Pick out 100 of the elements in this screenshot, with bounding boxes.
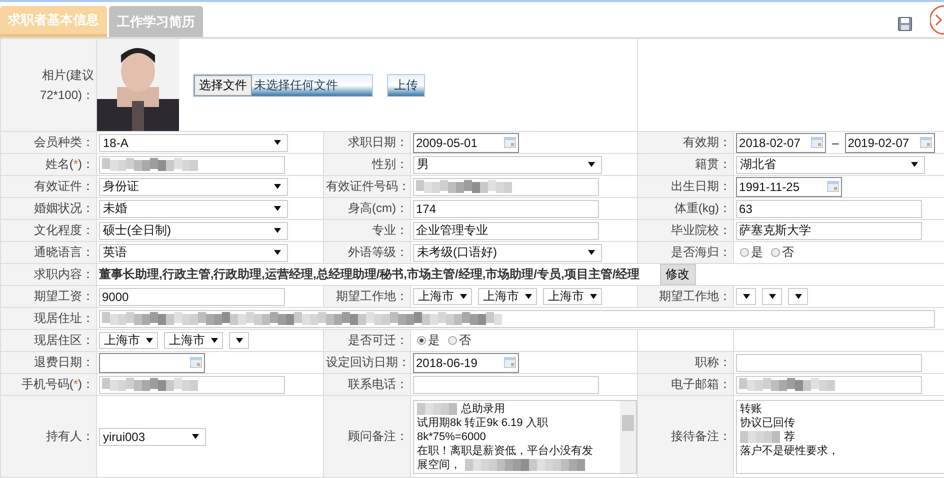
caret-icon <box>768 294 776 299</box>
notes-field[interactable]: 转账 协议已回传 荐 落户不是硬性要求， <box>736 400 944 474</box>
field-label: 有效证件号码： <box>326 179 410 193</box>
date-field[interactable]: 1991-11-25 <box>736 176 842 196</box>
date-field[interactable]: 2019-02-07 <box>844 132 935 152</box>
note-line: 试用期8k 转正9k 6.19 入职 <box>417 416 548 430</box>
note-line: 展空间， <box>417 458 461 472</box>
calendar-icon[interactable] <box>504 137 516 148</box>
field-label: 体重(kg)： <box>674 201 732 215</box>
caret-icon <box>274 184 281 189</box>
upload-button[interactable]: 上传 <box>387 74 425 96</box>
redacted-text-drawing <box>417 402 457 414</box>
dropdown[interactable]: 未婚 <box>99 200 288 218</box>
close-icon[interactable] <box>930 5 944 35</box>
dropdown[interactable]: 上海市 <box>99 332 158 349</box>
caret-icon <box>274 140 281 145</box>
input-field[interactable]: 63 <box>736 200 922 218</box>
calendar-icon[interactable] <box>827 181 840 192</box>
radio-option[interactable]: 是 <box>417 332 440 349</box>
dropdown[interactable] <box>788 288 808 305</box>
note-line: 8k*75%=6000 <box>417 430 486 444</box>
field-label: 电子邮箱： <box>671 377 732 391</box>
calendar-icon[interactable] <box>811 137 824 148</box>
scrollbar[interactable] <box>620 400 636 472</box>
input-field[interactable] <box>413 376 599 394</box>
dropdown[interactable]: 硕士(全日制) <box>99 222 288 240</box>
input-field[interactable]: 174 <box>413 200 599 218</box>
field-label: 退费日期： <box>34 355 94 369</box>
input-field[interactable]: 萨塞克斯大学 <box>736 222 922 240</box>
dropdown[interactable]: 湖北省 <box>736 156 926 174</box>
field-label: 是否可迁： <box>348 333 408 347</box>
choose-file-button[interactable]: 选择文件 <box>194 74 252 96</box>
field-label: 现居住区： <box>34 333 94 347</box>
input-field[interactable] <box>736 354 922 372</box>
dropdown[interactable]: 英语 <box>99 244 288 262</box>
date-field[interactable]: 2018-06-19 <box>413 352 519 372</box>
field-label: 外语等级： <box>348 245 408 259</box>
dropdown[interactable]: 上海市 <box>478 288 537 305</box>
dropdown[interactable]: 上海市 <box>164 332 223 349</box>
field-label: 持有人： <box>46 429 94 443</box>
note-line: 荐 <box>784 430 796 444</box>
field-label: 期望工作地： <box>336 289 408 303</box>
photo-label: 相片(建议72*100)： <box>38 67 94 104</box>
field-label: 专业： <box>372 223 408 237</box>
dropdown[interactable] <box>736 288 756 305</box>
field-label: 是否海归： <box>671 245 732 259</box>
field-label: 求职日期： <box>348 135 408 149</box>
input-field[interactable] <box>736 376 922 394</box>
notes-field[interactable]: 总助录用 试用期8k 转正9k 6.19 入职 8k*75%=6000 在职！离职是薪资低，平台小没有发 展空间， <box>413 400 637 474</box>
input-field[interactable] <box>99 376 285 394</box>
input-field[interactable] <box>413 178 599 196</box>
dropdown[interactable]: yirui003 <box>99 428 206 446</box>
input-field[interactable] <box>99 310 935 328</box>
field-label: 职称： <box>695 355 732 369</box>
caret-icon <box>525 294 532 299</box>
dropdown[interactable] <box>229 332 249 349</box>
field-label: 期望工资： <box>34 289 94 303</box>
radio-option[interactable]: 否 <box>448 332 471 349</box>
radio-option[interactable]: 否 <box>771 244 794 261</box>
caret-icon <box>911 162 918 167</box>
field-label: 有效期： <box>683 135 732 149</box>
dropdown[interactable] <box>762 288 782 305</box>
edit-button[interactable]: 修改 <box>660 264 696 285</box>
caret-icon <box>588 250 595 255</box>
dropdown[interactable]: 上海市 <box>413 288 472 305</box>
dropdown[interactable]: 身份证 <box>99 178 288 196</box>
caret-icon <box>236 338 242 343</box>
save-icon[interactable] <box>898 17 912 31</box>
range-separator: – <box>832 136 839 150</box>
field-label: 籍贯： <box>695 157 732 171</box>
field-label: 性别： <box>372 157 408 171</box>
input-field[interactable]: 9000 <box>99 288 285 306</box>
dropdown[interactable]: 男 <box>413 156 602 174</box>
field-label: 通晓语言： <box>34 245 94 259</box>
note-line: 落户不是硬性要求， <box>740 444 840 458</box>
radio-option[interactable]: 是 <box>740 244 764 261</box>
caret-icon <box>274 206 281 211</box>
caret-icon <box>590 294 597 299</box>
field-label: 现居住址： <box>34 311 94 325</box>
field-label: 会员种类： <box>34 135 94 149</box>
dropdown[interactable]: 上海市 <box>543 288 602 305</box>
calendar-icon[interactable] <box>920 137 932 148</box>
note-line: 协议已回传 <box>740 416 796 430</box>
date-field[interactable]: 2018-02-07 <box>736 132 826 152</box>
date-field[interactable]: 2009-05-01 <box>413 132 519 152</box>
calendar-icon[interactable] <box>504 357 516 368</box>
field-label: 出生日期： <box>671 179 732 193</box>
input-field[interactable] <box>99 156 285 174</box>
calendar-icon[interactable] <box>190 357 202 368</box>
field-label: 手机号码(*)： <box>21 377 94 391</box>
note-line: 转账 <box>740 402 762 416</box>
dropdown[interactable]: 未考级(口语好) <box>413 244 602 262</box>
caret-icon <box>794 294 802 299</box>
file-field[interactable]: 选择文件 未选择任何文件 <box>193 74 373 96</box>
note-line: 在职！离职是薪资低，平台小没有发 <box>417 444 593 458</box>
field-label: 有效证件： <box>34 179 94 193</box>
redacted-text-drawing <box>740 430 780 442</box>
input-field[interactable]: 企业管理专业 <box>413 222 599 240</box>
date-field[interactable] <box>99 352 205 372</box>
dropdown[interactable]: 18-A <box>99 134 288 152</box>
